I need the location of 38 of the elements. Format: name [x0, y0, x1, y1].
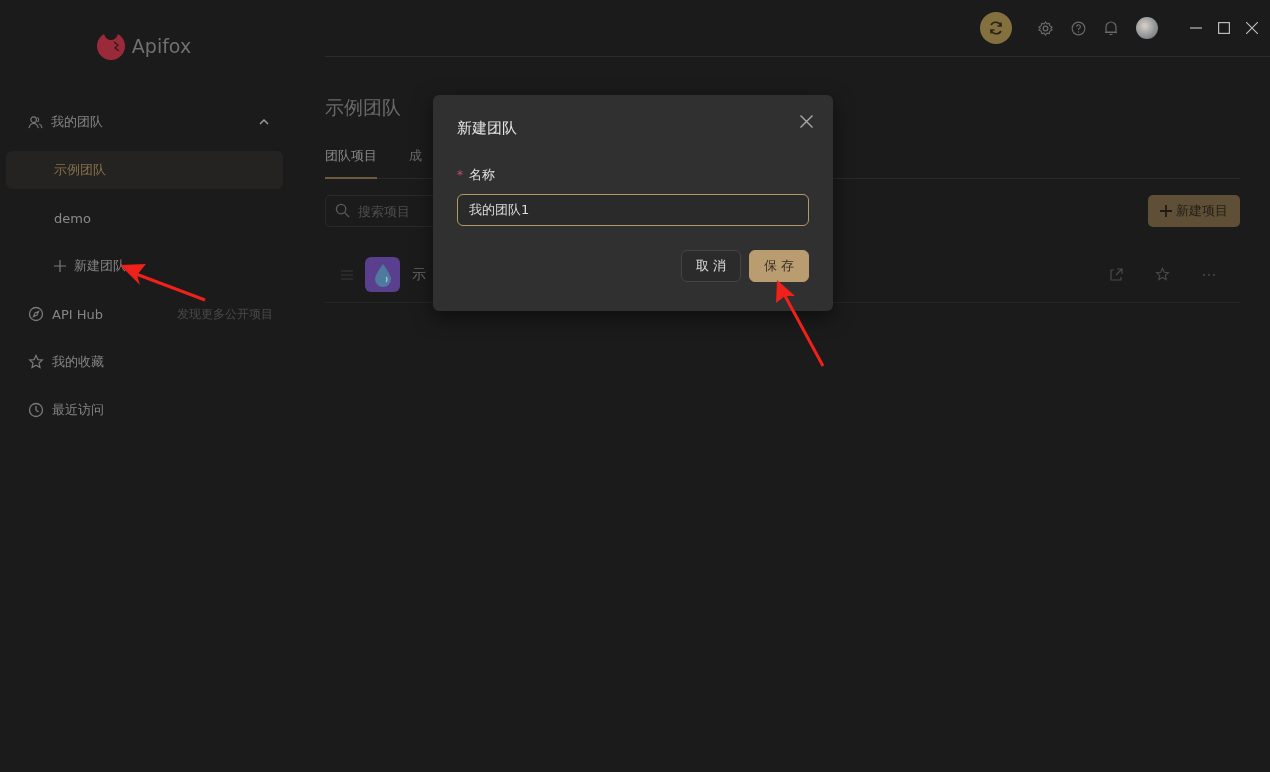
chevron-icon[interactable]: [259, 119, 269, 125]
new-team-link[interactable]: 新建团队: [74, 257, 126, 275]
required-mark: *: [457, 168, 463, 182]
page-title: 示例团队: [325, 95, 402, 120]
dialog-title: 新建团队: [457, 119, 517, 138]
bell-icon[interactable]: [1104, 20, 1118, 36]
name-input[interactable]: 我的团队1: [457, 194, 809, 226]
people-icon: [28, 114, 43, 130]
close-icon[interactable]: [1246, 22, 1258, 34]
sidebar-item[interactable]: 最近访问: [6, 386, 283, 434]
team-group-header[interactable]: 我的团队: [6, 98, 283, 146]
sync-button[interactable]: [980, 12, 1012, 44]
star-icon[interactable]: [1155, 267, 1170, 282]
project-icon: [365, 257, 400, 292]
settings-icon[interactable]: [1038, 20, 1053, 36]
save-button[interactable]: 保 存: [748, 250, 809, 282]
compass-icon: [28, 306, 44, 322]
field-label: 名称: [469, 166, 495, 184]
tab[interactable]: 成: [409, 141, 422, 179]
close-button[interactable]: [800, 115, 813, 128]
close-icon: [800, 115, 813, 128]
sidebar-item[interactable]: 我的收藏: [6, 338, 283, 386]
plus-icon: [54, 260, 66, 272]
help-icon[interactable]: [1071, 20, 1086, 36]
project-name[interactable]: 示: [412, 265, 426, 284]
clock-icon: [28, 402, 44, 418]
cancel-button[interactable]: 取 消: [680, 250, 741, 282]
app-name: Apifox: [131, 35, 192, 57]
avatar[interactable]: [1136, 17, 1158, 39]
star-icon: [28, 354, 44, 370]
plus-icon: [1160, 205, 1172, 217]
sync-icon: [988, 20, 1004, 36]
maximize-icon[interactable]: [1218, 22, 1230, 34]
team-item[interactable]: 示例团队: [6, 151, 283, 189]
external-link-icon[interactable]: [1109, 267, 1123, 282]
tab[interactable]: 团队项目: [325, 141, 377, 179]
team-item[interactable]: demo: [6, 199, 283, 237]
search-icon: [335, 203, 350, 218]
